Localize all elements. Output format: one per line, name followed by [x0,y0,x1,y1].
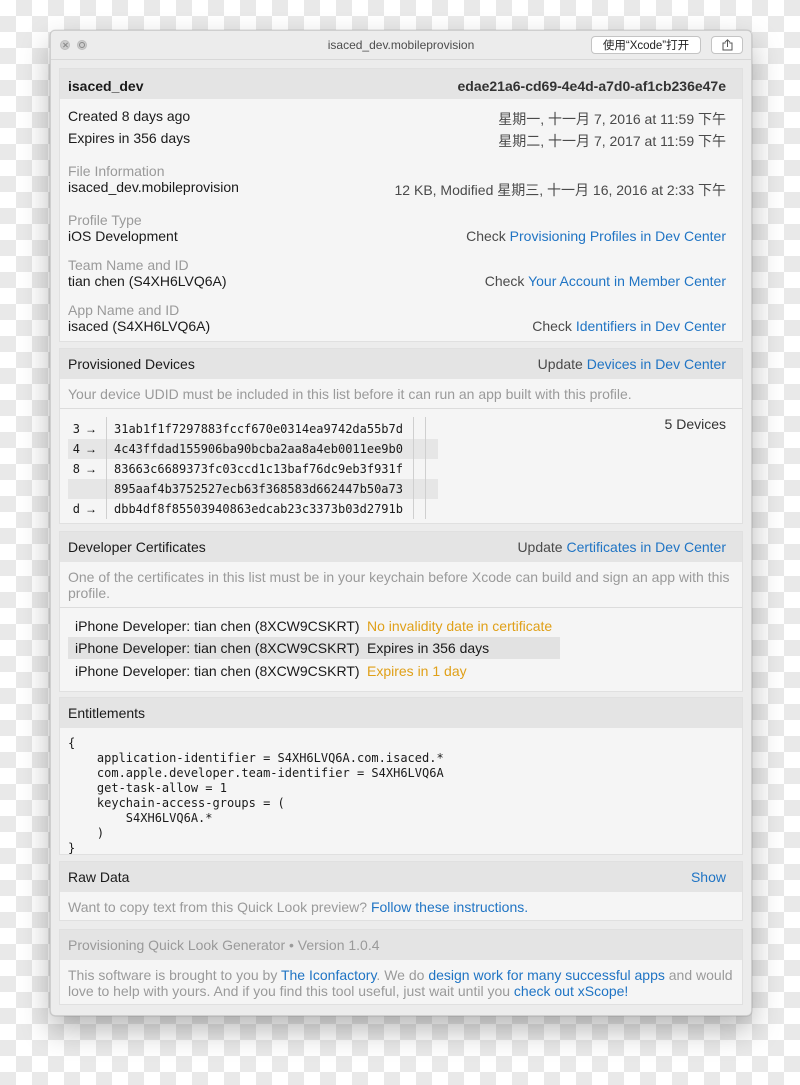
raw-data-panel: Raw Data Show Want to copy text from thi… [59,861,743,921]
profile-type-value: iOS Development [68,228,178,244]
raw-data-note: Want to copy text from this Quick Look p… [68,899,528,915]
device-row: 895aaf4b3752527ecb63f368583d662447b50a73 [68,479,438,499]
column-divider [425,417,426,519]
device-count: 5 Devices [664,416,726,432]
entitlements-title: Entitlements [68,705,146,721]
certificate-name: iPhone Developer: tian chen (8XCW9CSKRT) [75,618,360,634]
iconfactory-link[interactable]: The Iconfactory [281,967,376,983]
file-name: isaced_dev.mobileprovision [68,179,239,195]
devices-title: Provisioned Devices [68,356,195,372]
title-bar: isaced_dev.mobileprovision 使用“Xcode”打开 [51,31,751,60]
device-index: 8 [72,462,80,476]
profile-info-panel: isaced_dev edae21a6-cd69-4e4d-a7d0-af1cb… [59,68,743,342]
footer-text-1: This software is brought to you by [68,967,278,983]
column-divider [106,417,107,519]
share-button[interactable] [711,36,743,54]
file-info-label: File Information [68,163,165,179]
team-value: tian chen (S4XH6LVQ6A) [68,273,227,289]
device-udid: 31ab1f1f7297883fccf670e0314ea9742da55b7d [114,422,403,436]
device-udid: 4c43ffdad155906ba90bcba2aa8a4eb0011ee9b0 [114,442,403,456]
device-row: 8 → 83663c6689373fc03ccd1c13baf76dc9eb3f… [68,459,438,479]
design-work-link[interactable]: design work for many successful apps [428,967,665,983]
team-check: Check Your Account in Member Center [485,273,726,289]
footer-text: This software is brought to you by The I… [68,967,734,999]
entitlements-header-bar [60,698,742,728]
certificates-update: Update Certificates in Dev Center [517,539,726,555]
certificate-status: Expires in 356 days [367,640,490,656]
file-detail: 12 KB, Modified 星期三, 十一月 16, 2016 at 2:3… [394,182,726,198]
check-label: Check [532,318,572,334]
device-row: d → dbb4df8f85503940863edcab23c3373b03d2… [68,499,438,519]
certificates-note: One of the certificates in this list mus… [68,569,730,601]
check-label: Check [466,228,506,244]
footer-panel: Provisioning Quick Look Generator • Vers… [59,929,743,1005]
arrow-icon: → [85,442,97,456]
created-label: Created 8 days ago [68,108,191,124]
team-label: Team Name and ID [68,257,189,273]
expires-date: 星期二, 十一月 7, 2017 at 11:59 下午 [498,133,726,149]
created-date: 星期一, 十一月 7, 2016 at 11:59 下午 [498,111,726,127]
device-row: 4 → 4c43ffdad155906ba90bcba2aa8a4eb0011e… [68,439,438,459]
device-index: d [72,502,80,516]
profile-uuid: edae21a6-cd69-4e4d-a7d0-af1cb236e47e [457,78,726,94]
device-index: 3 [72,422,80,436]
entitlements-code: { application-identifier = S4XH6LVQ6A.co… [68,736,444,855]
provisioning-profiles-link[interactable]: Provisioning Profiles in Dev Center [510,228,726,244]
certificates-title: Developer Certificates [68,539,206,555]
devices-note: Your device UDID must be included in thi… [68,386,632,402]
devices-panel: Provisioned Devices Update Devices in De… [59,348,743,524]
certificate-status: Expires in 1 day [367,663,467,679]
expires-label: Expires in 356 days [68,130,191,146]
devices-dev-center-link[interactable]: Devices in Dev Center [587,356,726,372]
profile-type-check: Check Provisioning Profiles in Dev Cente… [466,228,726,244]
account-member-center-link[interactable]: Your Account in Member Center [528,273,726,289]
certificate-status: No invalidity date in certificate [367,618,553,634]
devices-update: Update Devices in Dev Center [538,356,726,372]
follow-instructions-link[interactable]: Follow these instructions. [371,899,528,915]
footer-text-2: . We do [376,967,425,983]
update-label: Update [517,539,563,555]
certificate-name: iPhone Developer: tian chen (8XCW9CSKRT) [75,663,360,679]
certificate-row: iPhone Developer: tian chen (8XCW9CSKRT)… [68,615,560,637]
update-label: Update [537,356,583,372]
check-label: Check [484,273,525,289]
device-udid: 895aaf4b3752527ecb63f368583d662447b50a73 [114,482,403,496]
divider [60,607,742,608]
app-value: isaced (S4XH6LVQ6A) [68,318,211,334]
device-row: 3 → 31ab1f1f7297883fccf670e0314ea9742da5… [68,419,438,439]
arrow-icon: → [85,462,97,476]
divider [60,408,742,409]
certificates-panel: Developer Certificates Update Certificat… [59,531,743,692]
certificate-row: iPhone Developer: tian chen (8XCW9CSKRT)… [68,660,560,682]
show-raw-data-link[interactable]: Show [691,869,726,885]
raw-data-note-text: Want to copy text from this Quick Look p… [68,899,368,915]
footer-title: Provisioning Quick Look Generator • Vers… [68,937,380,953]
device-udid: 83663c6689373fc03ccd1c13baf76dc9eb3f931f [114,462,403,476]
profile-type-label: Profile Type [68,212,142,228]
device-index: 4 [72,442,80,456]
certificates-dev-center-link[interactable]: Certificates in Dev Center [566,539,726,555]
certificate-row: iPhone Developer: tian chen (8XCW9CSKRT)… [68,637,560,659]
entitlements-panel: Entitlements { application-identifier = … [59,697,743,855]
open-with-xcode-button[interactable]: 使用“Xcode”打开 [591,36,701,54]
xscope-link[interactable]: check out xScope! [514,983,628,999]
profile-name: isaced_dev [68,78,144,94]
quicklook-window: isaced_dev.mobileprovision 使用“Xcode”打开 i… [50,30,752,1016]
raw-data-header-bar [60,862,742,892]
raw-data-title: Raw Data [68,869,130,885]
device-udid: dbb4df8f85503940863edcab23c3373b03d2791b [114,502,403,516]
share-icon [722,39,733,51]
app-check: Check Identifiers in Dev Center [532,318,726,334]
arrow-icon: → [85,422,97,436]
identifiers-link[interactable]: Identifiers in Dev Center [576,318,726,334]
certificate-name: iPhone Developer: tian chen (8XCW9CSKRT) [75,640,360,656]
arrow-icon: → [85,502,97,516]
app-label: App Name and ID [68,302,180,318]
column-divider [413,417,414,519]
